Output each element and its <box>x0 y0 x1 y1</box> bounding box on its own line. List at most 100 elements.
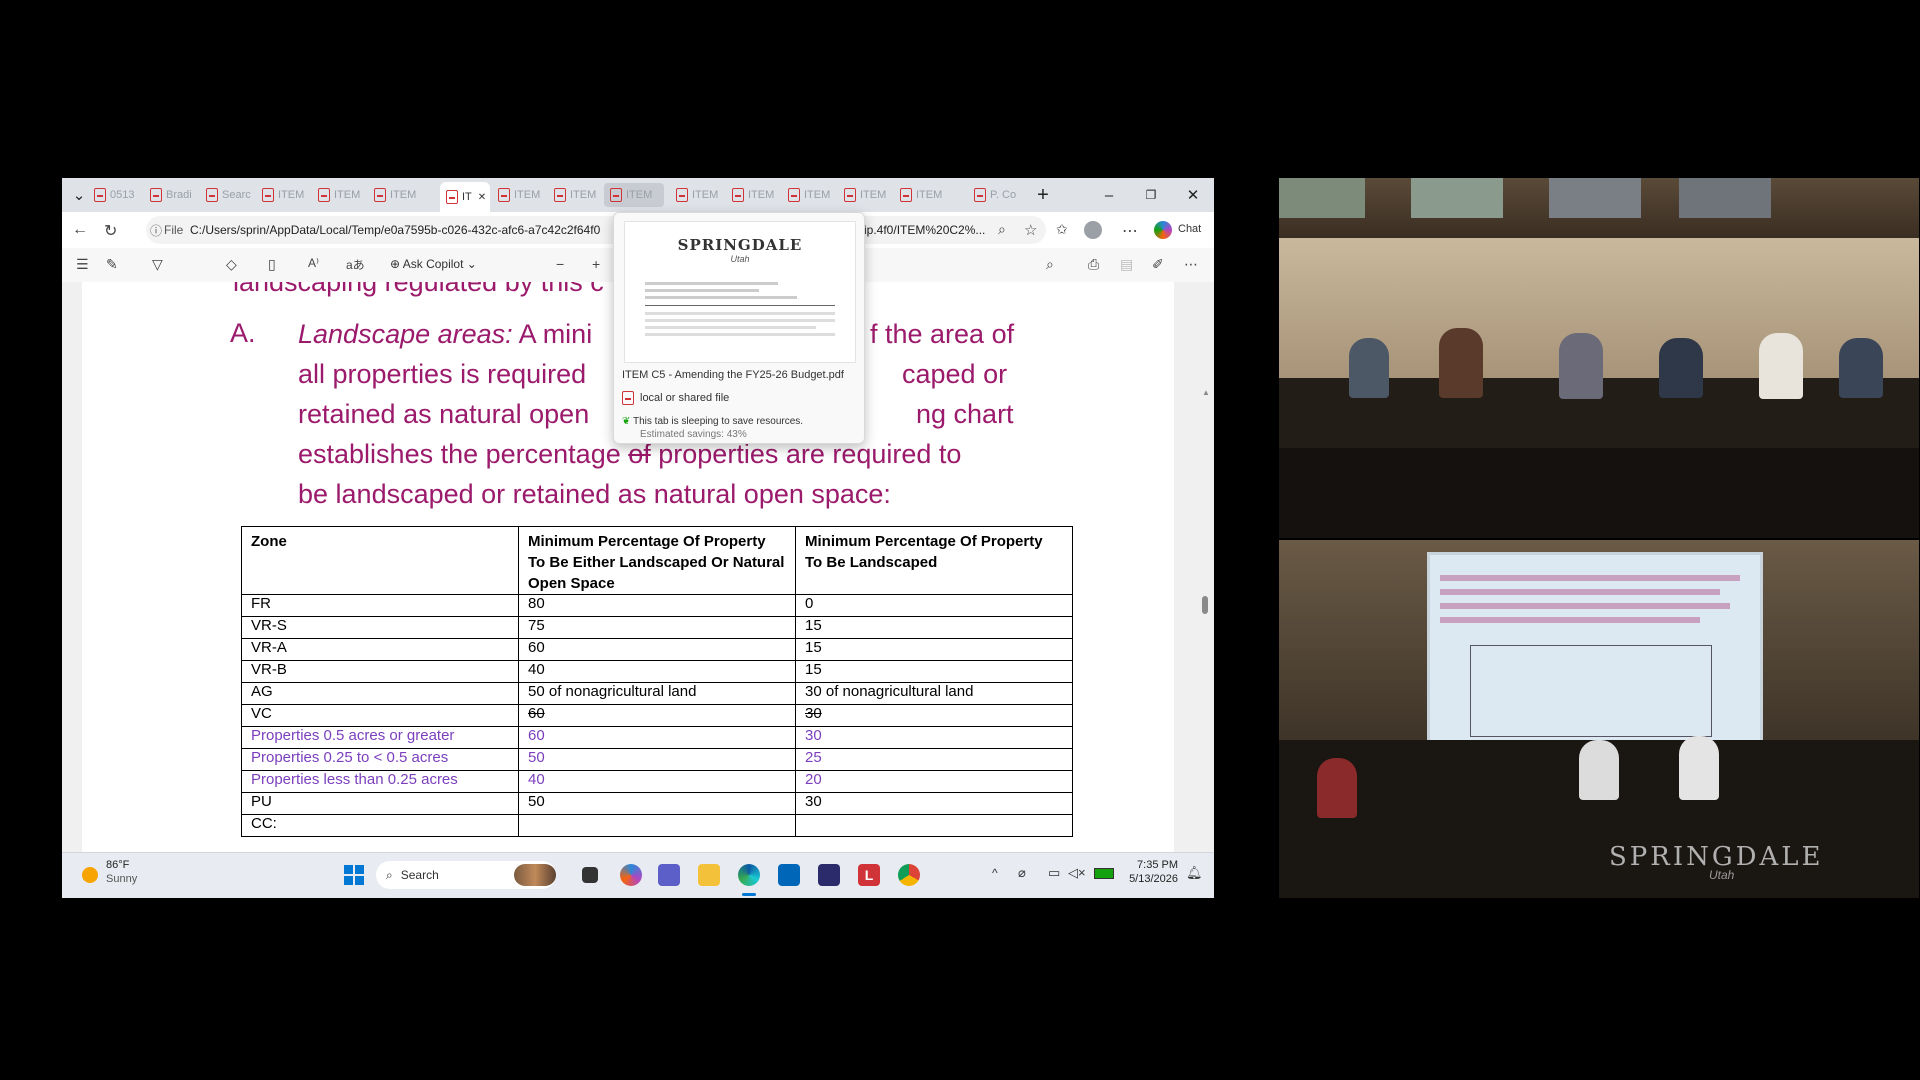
browser-tab[interactable]: ITEM <box>256 183 312 207</box>
zone-cell: Properties 0.5 acres or greater <box>241 726 519 749</box>
contents-list-icon[interactable]: ☰ <box>76 256 89 273</box>
min-open-space-cell: 50 of nonagricultural land <box>518 682 796 705</box>
browser-tab[interactable]: ITEM <box>782 183 838 207</box>
zoom-out-button[interactable]: − <box>556 256 564 272</box>
browser-tab[interactable]: Bradi <box>144 183 200 207</box>
zoom-in-button[interactable]: + <box>592 256 600 272</box>
tab-label: ITEM <box>514 189 541 201</box>
favorites-icon[interactable]: ✩ <box>1056 221 1068 238</box>
browser-tab[interactable]: ITEM <box>670 183 726 207</box>
notification-bell-icon[interactable]: 🔔︎ <box>1186 865 1203 881</box>
springdale-watermark-sub: Utah <box>1709 868 1735 882</box>
weather-temp[interactable]: 86°F <box>106 859 129 871</box>
l-app-icon[interactable]: L <box>858 864 880 886</box>
pdf-file-icon <box>622 391 634 405</box>
chrome-icon[interactable] <box>898 864 920 886</box>
close-window-button[interactable]: ✕ <box>1176 183 1210 207</box>
ask-copilot-label: Ask Copilot <box>402 257 464 271</box>
network-icon[interactable]: ⌀ <box>1018 865 1026 881</box>
browser-tab[interactable]: ITEM <box>548 183 604 207</box>
sun-weather-icon[interactable] <box>82 867 98 883</box>
store-icon[interactable] <box>778 864 800 886</box>
copilot-taskbar-icon[interactable] <box>620 864 642 886</box>
start-windows-icon[interactable] <box>344 865 364 885</box>
highlight-icon[interactable]: ✎ <box>106 256 118 273</box>
browser-tab[interactable]: 0513 <box>88 183 144 207</box>
browser-tab[interactable]: ITEM <box>726 183 782 207</box>
browser-tab[interactable]: ITEM <box>312 183 368 207</box>
app-icon[interactable] <box>818 864 840 886</box>
table-row: Properties 0.5 acres or greater 60 30 <box>241 726 1073 749</box>
min-landscaped-cell: 30 <box>795 792 1073 815</box>
back-arrow-icon[interactable]: ← <box>72 221 88 239</box>
table-row: VR-S 75 15 <box>241 616 1073 639</box>
weather-condition[interactable]: Sunny <box>106 873 137 885</box>
browser-tab[interactable]: Searc <box>200 183 256 207</box>
zoom-icon[interactable]: ⌕ <box>998 221 1006 238</box>
save-icon[interactable]: ▤ <box>1120 256 1133 273</box>
favorite-star-icon[interactable]: ☆ <box>1024 221 1037 239</box>
clock-time[interactable]: 7:35 PM <box>1132 859 1178 871</box>
new-tab-button[interactable]: + <box>1026 183 1060 207</box>
tab-label: 0513 <box>110 189 135 201</box>
copilot-icon[interactable] <box>1154 221 1172 239</box>
pdf-file-icon <box>676 188 688 202</box>
pdf-more-icon[interactable]: ⋯ <box>1184 256 1198 273</box>
info-icon[interactable]: ⓘ <box>146 222 166 239</box>
ask-copilot-button[interactable]: ⊕ Ask Copilot ⌄ <box>390 257 477 271</box>
tab-label: ITEM <box>334 189 361 201</box>
volume-mute-icon[interactable]: ◁× <box>1068 865 1086 881</box>
council-member-5 <box>1759 333 1803 399</box>
scroll-thumb[interactable] <box>1202 596 1208 614</box>
read-aloud-icon[interactable]: A⁾ <box>308 256 319 270</box>
browser-tab[interactable]: ITEM <box>894 183 950 207</box>
table-row: AG 50 of nonagricultural land 30 of nonagr… <box>241 682 1073 705</box>
pdf-scrollbar[interactable]: ▲ ▼ <box>1200 388 1210 852</box>
min-landscaped-cell: 15 <box>795 660 1073 683</box>
pdf-file-icon <box>900 188 912 202</box>
teams-icon[interactable] <box>658 864 680 886</box>
min-landscaped-cell: 30 <box>795 726 1073 749</box>
save-as-icon[interactable]: ✐ <box>1152 256 1164 273</box>
clock-date[interactable]: 5/13/2026 <box>1126 873 1178 885</box>
print-icon[interactable]: ⎙ <box>1088 256 1099 273</box>
tab-label: ITEM <box>748 189 775 201</box>
display-icon[interactable]: ▭ <box>1048 865 1060 881</box>
translate-icon[interactable]: aあ <box>346 256 365 273</box>
edge-icon[interactable] <box>738 864 760 886</box>
tray-chevron-icon[interactable]: ^ <box>992 866 998 880</box>
zone-cell: VR-B <box>241 660 519 683</box>
minimize-button[interactable]: – <box>1092 183 1126 207</box>
erase-icon[interactable]: ◇ <box>226 256 237 273</box>
refresh-icon[interactable]: ↻ <box>104 221 117 241</box>
page-view-icon[interactable]: ▯ <box>268 256 276 273</box>
camera-feed-room: SPRINGDALE Utah <box>1279 540 1919 898</box>
tab-hover-preview: SPRINGDALE Utah ITEM C5 - Amending the F… <box>613 212 865 444</box>
table-header-row: Zone Minimum Percentage Of Property To B… <box>241 526 1073 595</box>
draw-icon[interactable]: ▽ <box>152 256 163 273</box>
zone-cell: Properties 0.25 to < 0.5 acres <box>241 748 519 771</box>
file-explorer-icon[interactable] <box>698 864 720 886</box>
restore-button[interactable]: ❐ <box>1134 183 1168 207</box>
min-open-space-cell: 40 <box>518 660 796 683</box>
browser-tab[interactable]: P. Co <box>968 183 1024 207</box>
browser-tab[interactable]: ITEM <box>368 183 424 207</box>
browser-tab[interactable]: ITEM <box>604 183 664 207</box>
window-panel-3 <box>1549 178 1641 218</box>
browser-tab[interactable]: ITEM <box>492 183 548 207</box>
preview-title: ITEM C5 - Amending the FY25-26 Budget.pd… <box>622 369 844 381</box>
more-options-icon[interactable]: ⋯ <box>1122 221 1138 241</box>
scroll-up-icon[interactable]: ▲ <box>1202 388 1210 397</box>
battery-icon[interactable] <box>1094 868 1114 879</box>
browser-tab[interactable]: IT ✕ <box>440 182 490 212</box>
para-line-5: be landscaped or retained as natural ope… <box>298 479 891 509</box>
profile-avatar[interactable] <box>1084 221 1102 239</box>
find-icon[interactable]: ⌕ <box>1046 256 1054 273</box>
close-tab-icon[interactable]: ✕ <box>478 192 486 203</box>
council-member-4 <box>1659 338 1703 398</box>
task-view-icon[interactable] <box>582 867 598 883</box>
browser-tab[interactable]: ITEM <box>838 183 894 207</box>
landscape-areas-heading: Landscape areas: <box>298 319 513 349</box>
taskbar-search-box[interactable]: ⌕ Search <box>376 861 556 889</box>
chat-label[interactable]: Chat <box>1178 223 1201 235</box>
